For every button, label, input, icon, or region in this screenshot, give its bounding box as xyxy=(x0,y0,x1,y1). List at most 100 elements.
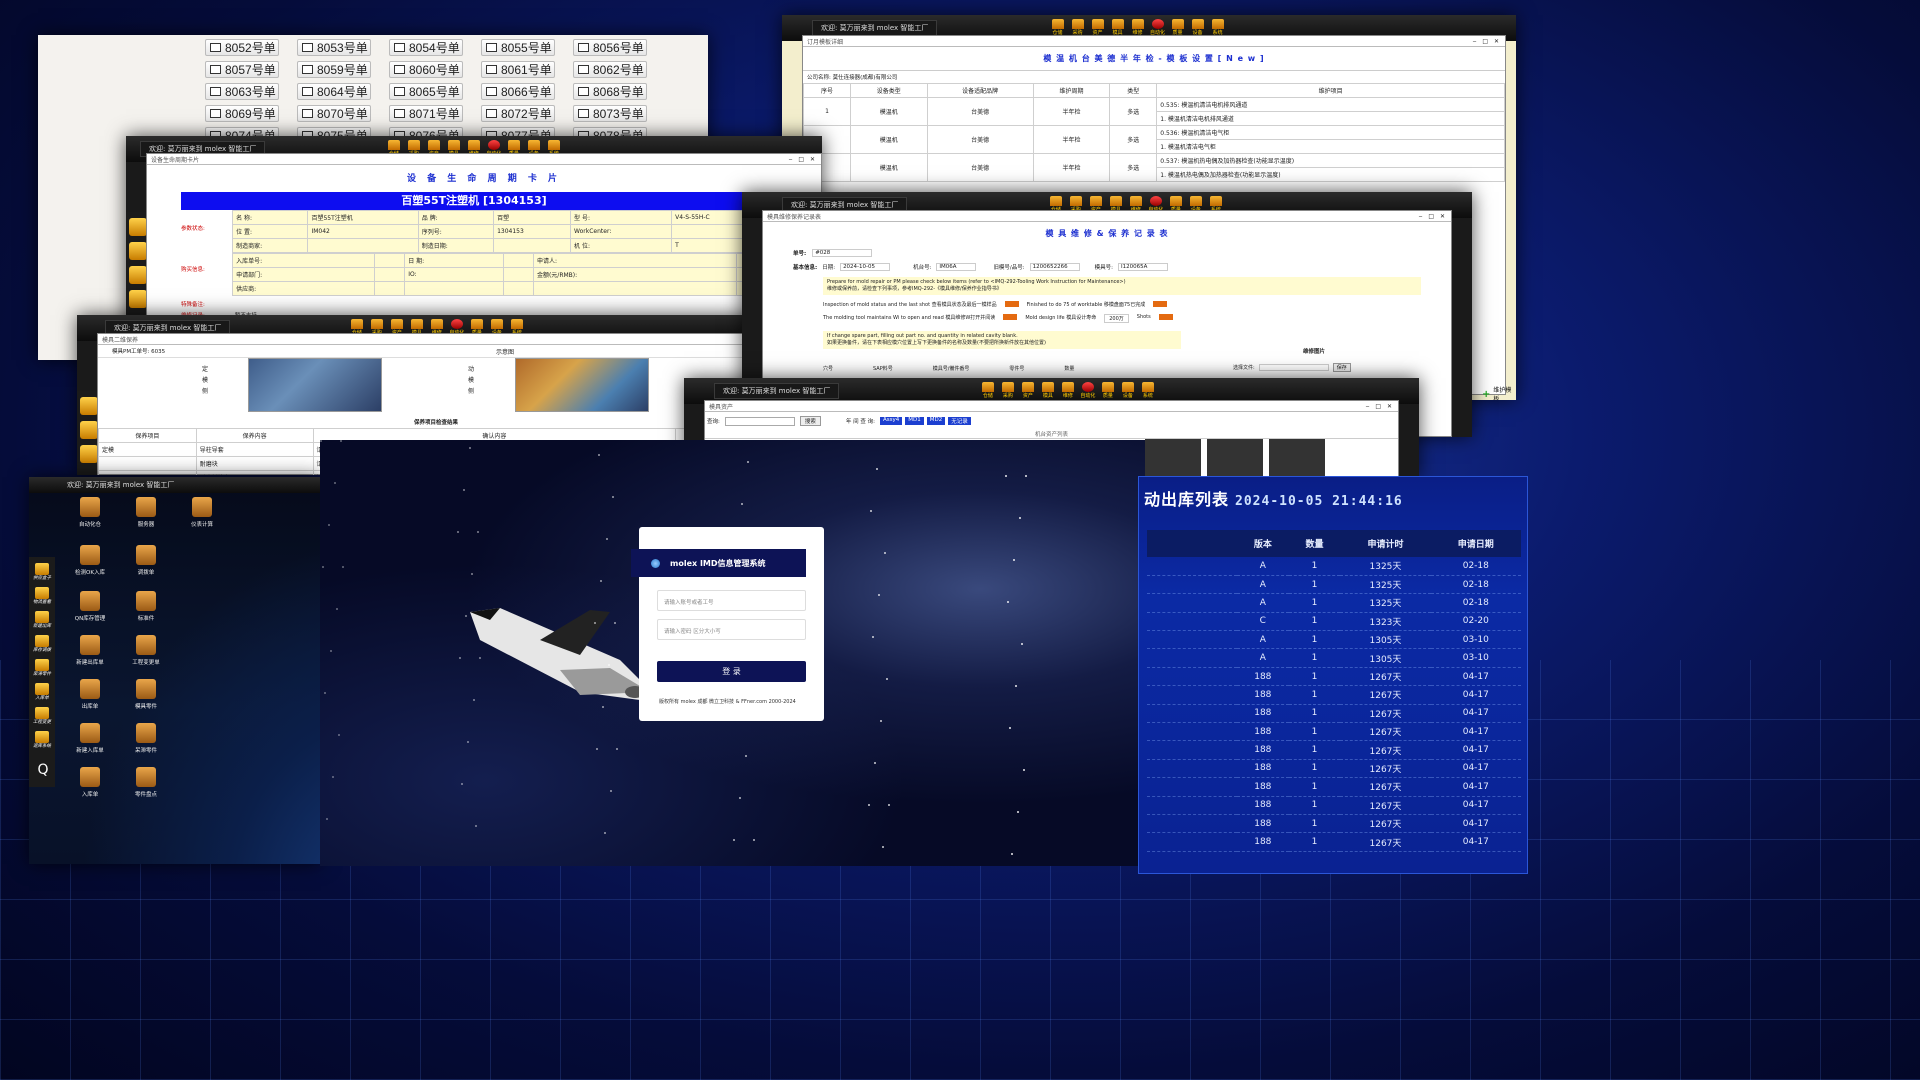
toolbar-8-button[interactable]: 系统 xyxy=(1139,382,1156,400)
machine-field[interactable]: IM06A xyxy=(936,263,977,271)
login-button[interactable]: 登 录 xyxy=(657,661,806,682)
desktop-icon[interactable]: 标准件 xyxy=(123,591,169,622)
desktop-icon[interactable]: 仪表计算 xyxy=(179,497,225,528)
desktop-icon[interactable]: 检测OK入库 xyxy=(67,545,113,576)
table-row[interactable]: 188 1 1267天 04-17 xyxy=(1147,796,1521,815)
table-row[interactable]: 188 1 1267天 04-17 xyxy=(1147,759,1521,779)
order-button[interactable]: 8066号单 xyxy=(481,83,555,100)
table-row[interactable]: A 1 1325天 02-18 xyxy=(1147,575,1521,595)
order-button[interactable]: 8065号单 xyxy=(389,83,463,100)
order-button[interactable]: 8062号单 xyxy=(573,61,647,78)
life-field[interactable]: 200万 xyxy=(1104,314,1129,323)
check2-select[interactable] xyxy=(1153,301,1168,307)
window-controls[interactable]: ‒ □ ✕ xyxy=(789,156,817,163)
toolbar-1-button[interactable]: 采购 xyxy=(999,382,1016,400)
table-cell[interactable] xyxy=(502,281,534,296)
table-cell[interactable] xyxy=(374,281,406,296)
sidebar-icon[interactable] xyxy=(80,397,98,415)
table-row[interactable]: 188 1 1267天 04-17 xyxy=(1147,704,1521,724)
sidebar-item[interactable]: 呆滞零件 xyxy=(33,659,51,677)
order-button[interactable]: 8053号单 xyxy=(297,39,371,56)
sidebar-item[interactable]: 入库单 xyxy=(35,683,49,701)
sidebar-icon[interactable] xyxy=(80,421,98,439)
order-no-field[interactable]: #028 xyxy=(812,249,873,257)
sidebar-item[interactable]: 库存调拨 xyxy=(33,635,51,653)
table-row[interactable]: 188 1 1267天 04-17 xyxy=(1147,685,1521,705)
order-button[interactable]: 8070号单 xyxy=(297,105,371,122)
search-button[interactable]: 搜索 xyxy=(799,416,821,426)
toolbar-6-button[interactable]: 质量 xyxy=(1099,382,1116,400)
asset-thumb[interactable] xyxy=(1269,439,1325,478)
table-row[interactable]: C 1 1323天 02-20 xyxy=(1147,612,1521,632)
order-button[interactable]: 8061号单 xyxy=(481,61,555,78)
desktop-icon[interactable]: QN库存管理 xyxy=(67,591,113,622)
mold-field[interactable]: I120065A xyxy=(1118,263,1168,271)
desktop-icon[interactable]: 入库单 xyxy=(67,767,113,798)
desktop-icon[interactable]: 自动化仓 xyxy=(67,497,113,528)
sidebar-item[interactable]: 新建出库 xyxy=(33,611,51,629)
search-input[interactable] xyxy=(724,416,795,426)
toolbar-5-button[interactable]: 自动化 xyxy=(1079,382,1096,400)
desktop-icon[interactable]: 新建入库单 xyxy=(67,723,113,754)
order-button[interactable]: 8059号单 xyxy=(297,61,371,78)
shots-select[interactable] xyxy=(1158,314,1173,320)
order-button[interactable]: 8068号单 xyxy=(573,83,647,100)
sidebar-item[interactable]: 物流查看 xyxy=(33,587,51,605)
table-cell[interactable]: 百塑 xyxy=(493,210,572,225)
sidebar-item[interactable]: 供应盒子 xyxy=(33,563,51,581)
table-row[interactable]: 188 1 1267天 04-17 xyxy=(1147,722,1521,742)
table-row[interactable]: 188 1 1267天 04-17 xyxy=(1147,814,1521,834)
table-row[interactable]: 188 1 1267天 04-17 xyxy=(1147,667,1521,687)
search-icon[interactable]: Q xyxy=(33,762,53,782)
toolbar-0-button[interactable]: 仓储 xyxy=(979,382,996,400)
table-row[interactable]: 188 1 1267天 04-17 xyxy=(1147,740,1521,760)
order-button[interactable]: 8071号单 xyxy=(389,105,463,122)
filter-button[interactable]: 无记录 xyxy=(948,417,971,425)
check3-select[interactable] xyxy=(1003,314,1018,320)
table-row[interactable]: A 1 1305天 03-10 xyxy=(1147,630,1521,650)
order-button[interactable]: 8055号单 xyxy=(481,39,555,56)
order-button[interactable]: 8069号单 xyxy=(205,105,279,122)
order-button[interactable]: 8054号单 xyxy=(389,39,463,56)
window-controls[interactable]: ‒ □ ✕ xyxy=(1473,38,1501,45)
desktop-icon[interactable]: 工程变更单 xyxy=(123,635,169,666)
window-controls[interactable]: ‒ □ ✕ xyxy=(1419,213,1447,220)
save-button[interactable]: 保存 xyxy=(1332,363,1351,372)
table-cell[interactable] xyxy=(374,267,406,282)
desktop-icon[interactable]: 零件盘点 xyxy=(123,767,169,798)
asset-thumb[interactable] xyxy=(1207,439,1263,478)
desktop-icon[interactable]: 服务器 xyxy=(123,497,169,528)
order-button[interactable]: 8073号单 xyxy=(573,105,647,122)
sidebar-item[interactable]: 工程变更 xyxy=(33,707,51,725)
order-button[interactable]: 8056号单 xyxy=(573,39,647,56)
order-button[interactable]: 8064号单 xyxy=(297,83,371,100)
desktop-icon[interactable]: 模具零件 xyxy=(123,679,169,710)
filter-button[interactable]: MD2 xyxy=(926,417,946,425)
check1-select[interactable] xyxy=(1004,301,1019,307)
table-cell[interactable] xyxy=(502,253,534,268)
filter-button[interactable]: Assy4 xyxy=(879,417,903,425)
table-row[interactable]: 188 1 1267天 04-17 xyxy=(1147,832,1521,852)
table-row[interactable]: 188 1 1267天 04-17 xyxy=(1147,777,1521,797)
table-cell[interactable] xyxy=(374,253,406,268)
filter-button[interactable]: MD1 xyxy=(905,417,924,425)
file-input[interactable] xyxy=(1258,364,1329,371)
sidebar-icon[interactable] xyxy=(129,218,147,236)
order-button[interactable]: 8057号单 xyxy=(205,61,279,78)
toolbar-2-button[interactable]: 资产 xyxy=(1019,382,1036,400)
sidebar-icon[interactable] xyxy=(129,290,147,308)
order-button[interactable]: 8072号单 xyxy=(481,105,555,122)
desktop-icon[interactable]: 呆滞零件 xyxy=(123,723,169,754)
password-input[interactable]: 请输入密码 区分大小写 xyxy=(657,619,806,640)
toolbar-3-button[interactable]: 模具 xyxy=(1039,382,1056,400)
order-button[interactable]: 8052号单 xyxy=(205,39,279,56)
desktop-icon[interactable]: 新建出库单 xyxy=(67,635,113,666)
mold-no-field[interactable]: 1200652266 xyxy=(1029,263,1080,271)
sidebar-icon[interactable] xyxy=(129,266,147,284)
asset-thumb[interactable] xyxy=(1145,439,1201,478)
table-row[interactable]: A 1 1325天 02-18 xyxy=(1147,593,1521,613)
toolbar-4-button[interactable]: 维修 xyxy=(1059,382,1076,400)
sidebar-icon[interactable] xyxy=(129,242,147,260)
table-cell[interactable] xyxy=(493,238,572,253)
maintain-template-button[interactable]: + 维护模板 xyxy=(1482,385,1516,400)
